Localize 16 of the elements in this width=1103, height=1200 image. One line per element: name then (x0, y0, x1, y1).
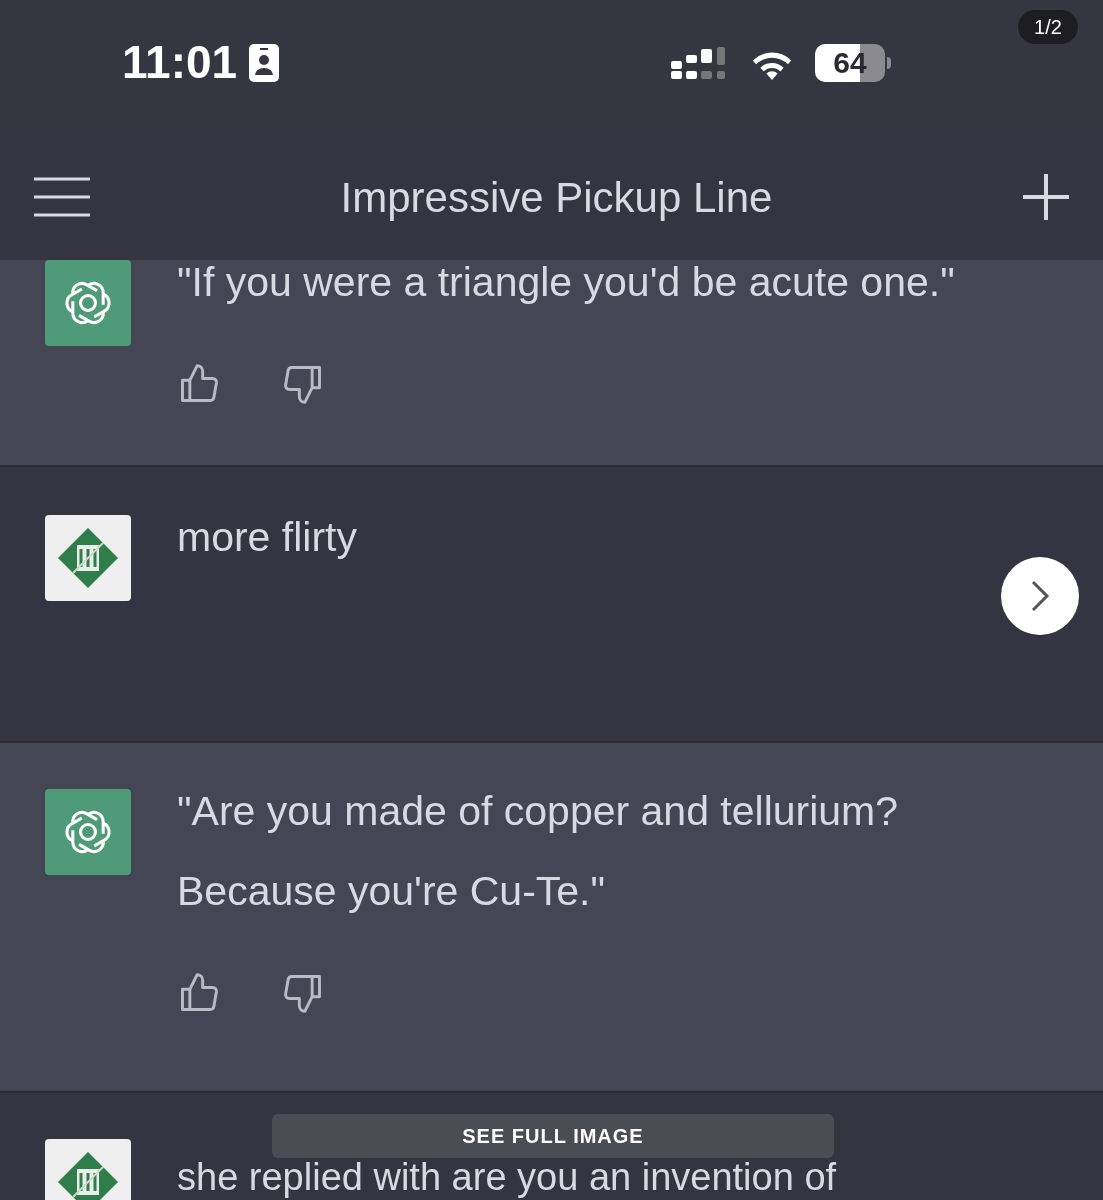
menu-icon[interactable] (34, 177, 90, 217)
see-full-image-button[interactable]: SEE FULL IMAGE (272, 1114, 834, 1158)
battery-indicator: 64 (815, 43, 885, 82)
chat-title: Impressive Pickup Line (339, 172, 774, 223)
assistant-avatar-icon (45, 789, 131, 875)
user-avatar-icon (45, 515, 131, 601)
status-time: 11:01 (122, 35, 238, 90)
plus-icon[interactable] (1023, 174, 1069, 220)
viewer-counter: 1/2 (1018, 10, 1078, 44)
message-text: more flirty (177, 513, 358, 562)
message-text: "Are you made of copper and tellurium? Because you're Cu-Te." (177, 787, 900, 916)
message-text: "If you were a triangle you'd be acute one." (177, 258, 956, 307)
message-text: she replied with are you an invention of (177, 1157, 837, 1197)
assistant-avatar-icon (45, 260, 131, 346)
id-card-icon (249, 43, 280, 82)
user-avatar-icon (45, 1139, 131, 1200)
